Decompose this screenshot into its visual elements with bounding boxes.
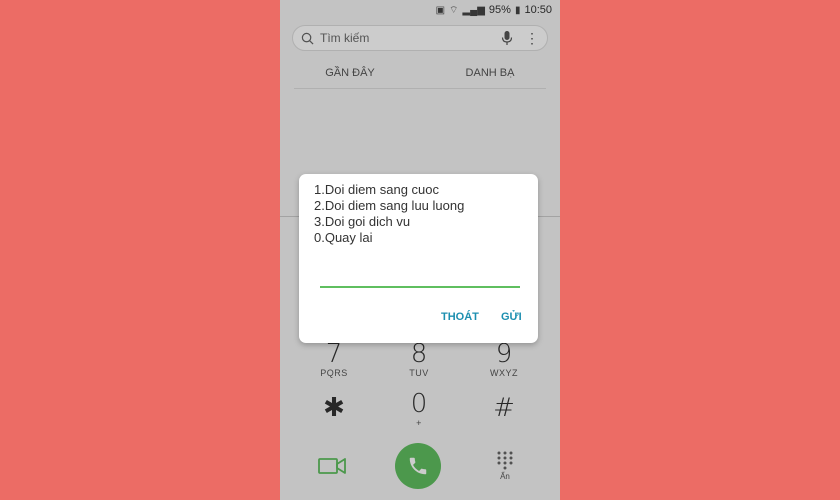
- phone-screen: ▣ ⌔ ▂▄▆ 95% ▮ 10:50 ⋮ GẦN ĐÂY DANH BẠ 7 …: [280, 0, 560, 500]
- menu-line: 3.Doi goi dich vu: [314, 214, 411, 229]
- ussd-message: 1.Doi diem sang cuoc 2.Doi diem sang luu…: [314, 182, 464, 246]
- menu-line: 2.Doi diem sang luu luong: [314, 198, 465, 213]
- send-button[interactable]: GỬI: [501, 311, 522, 323]
- menu-line: 1.Doi diem sang cuoc: [314, 182, 440, 197]
- menu-line: 0.Quay lai: [314, 230, 373, 245]
- cancel-button[interactable]: THOÁT: [441, 311, 479, 323]
- ussd-reply-input[interactable]: [320, 262, 520, 288]
- ussd-dialog: 1.Doi diem sang cuoc 2.Doi diem sang luu…: [299, 174, 538, 343]
